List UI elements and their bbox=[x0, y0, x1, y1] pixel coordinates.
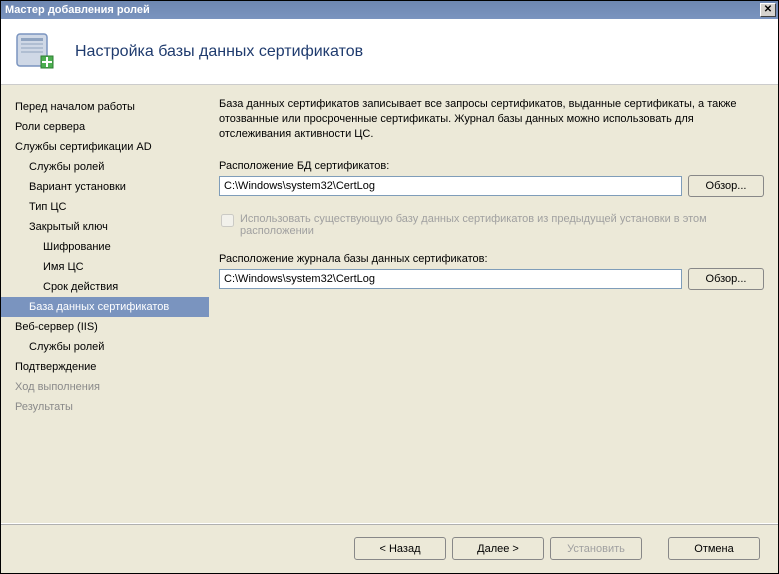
sidebar-item-11[interactable]: Веб-сервер (IIS) bbox=[1, 317, 209, 337]
log-location-label: Расположение журнала базы данных сертифи… bbox=[219, 253, 764, 265]
window-title: Мастер добавления ролей bbox=[5, 4, 150, 16]
sidebar-item-7[interactable]: Шифрование bbox=[1, 237, 209, 257]
header: Настройка базы данных сертификатов bbox=[1, 19, 778, 85]
log-location-row: Обзор... bbox=[219, 268, 764, 290]
use-existing-row: Использовать существующую базу данных се… bbox=[219, 213, 764, 237]
sidebar-item-1[interactable]: Роли сервера bbox=[1, 117, 209, 137]
sidebar-item-5[interactable]: Тип ЦС bbox=[1, 197, 209, 217]
titlebar: Мастер добавления ролей ✕ bbox=[1, 1, 778, 19]
sidebar-item-6[interactable]: Закрытый ключ bbox=[1, 217, 209, 237]
next-button[interactable]: Далее > bbox=[452, 537, 544, 560]
footer: < Назад Далее > Установить Отмена bbox=[1, 523, 778, 573]
close-icon[interactable]: ✕ bbox=[760, 3, 776, 17]
browse-log-button[interactable]: Обзор... bbox=[688, 268, 764, 290]
sidebar-item-9[interactable]: Срок действия bbox=[1, 277, 209, 297]
sidebar-item-10[interactable]: База данных сертификатов bbox=[1, 297, 209, 317]
sidebar-item-4[interactable]: Вариант установки bbox=[1, 177, 209, 197]
sidebar: Перед началом работыРоли сервераСлужбы с… bbox=[1, 85, 209, 523]
content-panel: База данных сертификатов записывает все … bbox=[209, 85, 778, 523]
page-title: Настройка базы данных сертификатов bbox=[75, 43, 363, 61]
sidebar-item-3[interactable]: Службы ролей bbox=[1, 157, 209, 177]
log-location-input[interactable] bbox=[219, 269, 682, 289]
sidebar-item-8[interactable]: Имя ЦС bbox=[1, 257, 209, 277]
back-button[interactable]: < Назад bbox=[354, 537, 446, 560]
install-button: Установить bbox=[550, 537, 642, 560]
sidebar-item-13[interactable]: Подтверждение bbox=[1, 357, 209, 377]
browse-db-button[interactable]: Обзор... bbox=[688, 175, 764, 197]
description-text: База данных сертификатов записывает все … bbox=[219, 97, 764, 142]
wizard-icon bbox=[13, 28, 61, 76]
db-location-row: Обзор... bbox=[219, 175, 764, 197]
use-existing-label: Использовать существующую базу данных се… bbox=[240, 213, 764, 237]
sidebar-item-2[interactable]: Службы сертификации AD bbox=[1, 137, 209, 157]
db-location-input[interactable] bbox=[219, 176, 682, 196]
use-existing-checkbox bbox=[221, 214, 234, 227]
db-location-label: Расположение БД сертификатов: bbox=[219, 160, 764, 172]
body: Перед началом работыРоли сервераСлужбы с… bbox=[1, 85, 778, 523]
sidebar-item-15: Результаты bbox=[1, 397, 209, 417]
cancel-button[interactable]: Отмена bbox=[668, 537, 760, 560]
sidebar-item-0[interactable]: Перед началом работы bbox=[1, 97, 209, 117]
sidebar-item-12[interactable]: Службы ролей bbox=[1, 337, 209, 357]
sidebar-item-14: Ход выполнения bbox=[1, 377, 209, 397]
wizard-window: Мастер добавления ролей ✕ Настройка базы… bbox=[0, 0, 779, 574]
